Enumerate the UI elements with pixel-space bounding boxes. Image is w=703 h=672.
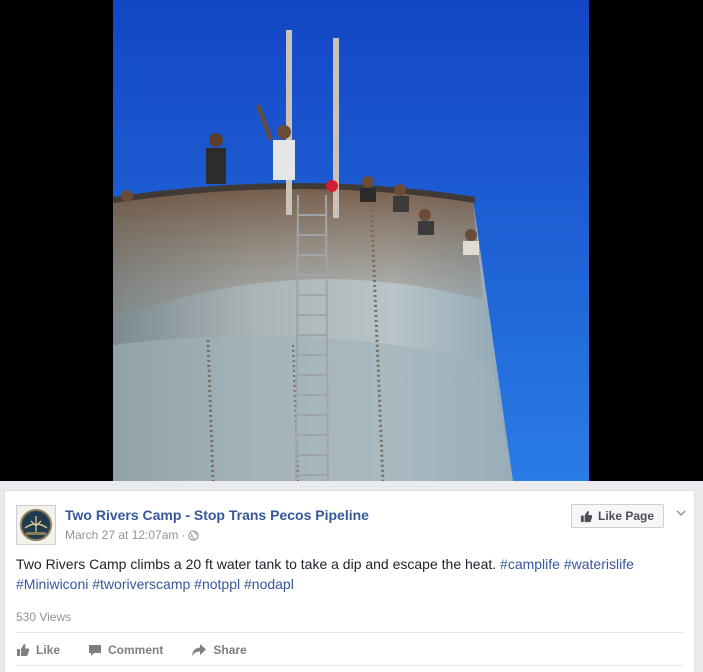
hashtag-link[interactable]: #camplife <box>500 556 560 572</box>
thumbs-up-icon <box>17 644 30 656</box>
globe-icon[interactable] <box>188 529 200 541</box>
like-button[interactable]: Like <box>16 640 60 660</box>
comment-label: Comment <box>108 643 164 657</box>
share-label: Share <box>213 643 247 657</box>
page-avatar[interactable] <box>16 505 56 545</box>
like-page-label: Like Page <box>598 509 655 523</box>
post-timestamp[interactable]: March 27 at 12:07am <box>65 528 178 542</box>
divider <box>16 632 683 633</box>
action-bar: Like Comment Share <box>16 640 275 660</box>
divider <box>16 665 683 666</box>
comment-button[interactable]: Comment <box>88 640 163 660</box>
post-card: Two Rivers Camp - Stop Trans Pecos Pipel… <box>4 490 695 672</box>
facebook-video-post: Two Rivers Camp - Stop Trans Pecos Pipel… <box>0 0 703 672</box>
view-count: 530 Views <box>16 610 72 624</box>
hashtag-link[interactable]: #notppl <box>194 576 240 592</box>
like-label: Like <box>36 643 61 657</box>
share-arrow-icon <box>192 644 207 656</box>
video-frame-water-tank <box>113 0 589 481</box>
meta-separator: · <box>181 528 186 542</box>
comment-icon <box>89 645 102 656</box>
camp-logo-icon <box>17 506 55 544</box>
post-message-text: Two Rivers Camp climbs a 20 ft water tan… <box>16 556 497 572</box>
post-message: Two Rivers Camp climbs a 20 ft water tan… <box>16 554 686 594</box>
hashtag-link[interactable]: #tworiverscamp <box>92 576 190 592</box>
video-player[interactable] <box>0 0 703 481</box>
thumbs-up-icon <box>580 510 593 522</box>
hashtag-link[interactable]: #waterislife <box>564 556 634 572</box>
hashtag-link[interactable]: #Miniwiconi <box>16 576 88 592</box>
post-meta: March 27 at 12:07am · <box>65 528 200 542</box>
hashtag-link[interactable]: #nodapl <box>244 576 294 592</box>
like-page-button[interactable]: Like Page <box>571 504 665 528</box>
page-name-link[interactable]: Two Rivers Camp - Stop Trans Pecos Pipel… <box>65 507 369 523</box>
chevron-down-icon[interactable] <box>674 506 688 520</box>
share-button[interactable]: Share <box>191 640 247 660</box>
